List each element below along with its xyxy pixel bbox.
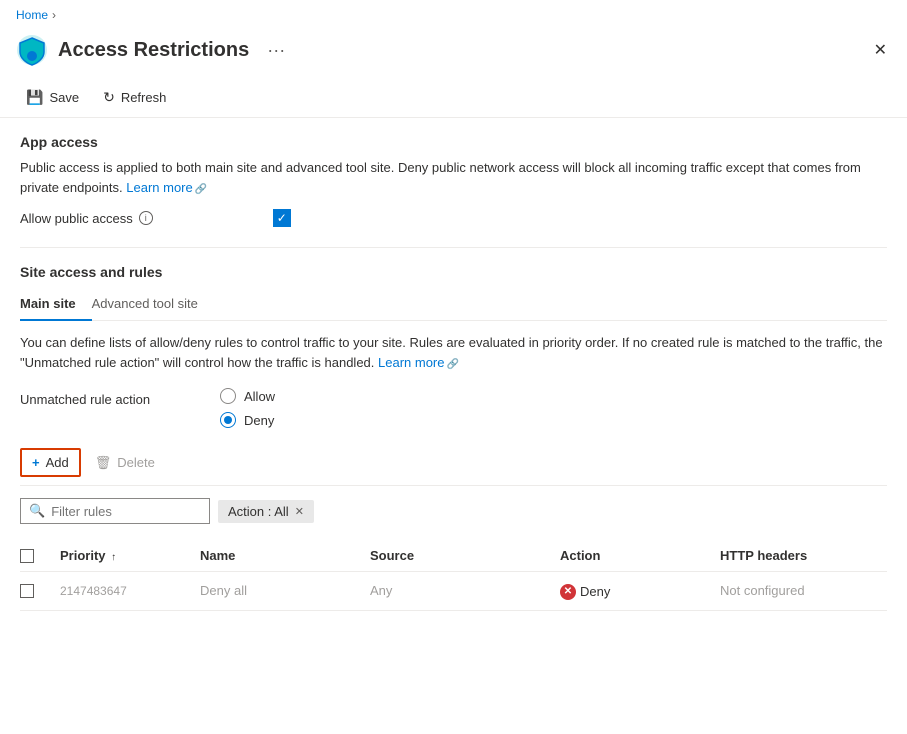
filter-rules-input[interactable] (51, 504, 201, 519)
delete-icon: 🗑 (95, 455, 112, 471)
col-priority-header[interactable]: Priority ↑ (60, 548, 200, 563)
col-name-header: Name (200, 548, 370, 563)
allow-public-checkbox[interactable] (273, 209, 291, 227)
row-checkbox[interactable] (20, 584, 34, 598)
app-access-title: App access (20, 134, 887, 150)
add-button[interactable]: + Add (20, 448, 81, 477)
info-icon[interactable]: i (139, 211, 153, 225)
unmatched-rule-row: Unmatched rule action Allow Deny (20, 388, 887, 428)
table-row: 2147483647 Deny all Any ✕ Deny Not confi… (20, 572, 887, 611)
action-badge-close[interactable]: ✕ (295, 505, 304, 518)
allow-public-access-row: Allow public access i (20, 209, 887, 227)
radio-allow-circle[interactable] (220, 388, 236, 404)
unmatched-radio-group: Allow Deny (220, 388, 275, 428)
app-access-learn-more[interactable]: Learn more🔗 (126, 180, 207, 195)
close-button[interactable]: ✕ (870, 36, 891, 64)
site-access-title: Site access and rules (20, 264, 887, 280)
table-header: Priority ↑ Name Source Action HTTP heade… (20, 540, 887, 572)
select-all-checkbox[interactable] (20, 549, 34, 563)
breadcrumb-separator: › (52, 8, 56, 22)
sort-icon: ↑ (111, 552, 116, 563)
radio-allow[interactable]: Allow (220, 388, 275, 404)
access-restrictions-icon (16, 34, 48, 66)
breadcrumb-home[interactable]: Home (16, 8, 48, 22)
action-badge-label: Action : All (228, 504, 289, 519)
page-header: Access Restrictions ··· ✕ (0, 30, 907, 78)
deny-icon: ✕ (560, 584, 576, 600)
refresh-icon: ↻ (103, 89, 115, 106)
row-priority: 2147483647 (60, 584, 200, 598)
site-tabs: Main site Advanced tool site (20, 288, 887, 321)
row-http-headers: Not configured (720, 583, 887, 598)
radio-allow-label: Allow (244, 389, 275, 404)
col-http-header: HTTP headers (720, 548, 887, 563)
rules-learn-more[interactable]: Learn more🔗 (378, 355, 459, 370)
app-access-description: Public access is applied to both main si… (20, 158, 887, 197)
delete-button[interactable]: 🗑 Delete (85, 450, 165, 476)
save-button[interactable]: 💾 Save (16, 84, 89, 111)
unmatched-label: Unmatched rule action (20, 388, 160, 407)
radio-deny-label: Deny (244, 413, 274, 428)
row-source: Any (370, 583, 560, 598)
action-badge: Action : All ✕ (218, 500, 314, 523)
page-title: Access Restrictions (58, 39, 249, 62)
action-bar: + Add 🗑 Delete (20, 448, 887, 486)
rule-description: You can define lists of allow/deny rules… (20, 333, 887, 372)
external-link-icon-2: 🔗 (447, 359, 459, 370)
external-link-icon: 🔗 (195, 184, 207, 195)
toolbar: 💾 Save ↻ Refresh (0, 78, 907, 118)
allow-public-label: Allow public access i (20, 211, 153, 226)
filter-row: 🔍 Action : All ✕ (20, 498, 887, 524)
col-check-header (20, 549, 60, 563)
radio-deny-circle[interactable] (220, 412, 236, 428)
section-divider (20, 247, 887, 248)
tab-advanced-tool-site[interactable]: Advanced tool site (92, 288, 214, 321)
refresh-button[interactable]: ↻ Refresh (93, 84, 176, 111)
search-icon: 🔍 (29, 503, 45, 519)
more-options-button[interactable]: ··· (259, 40, 293, 61)
filter-input-wrapper: 🔍 (20, 498, 210, 524)
col-source-header: Source (370, 548, 560, 563)
radio-deny[interactable]: Deny (220, 412, 275, 428)
col-action-header: Action (560, 548, 720, 563)
plus-icon: + (32, 455, 40, 470)
header-left: Access Restrictions ··· (16, 34, 293, 66)
save-icon: 💾 (26, 89, 43, 106)
tab-main-site[interactable]: Main site (20, 288, 92, 321)
row-name: Deny all (200, 583, 370, 598)
row-action: ✕ Deny (560, 582, 720, 600)
breadcrumb: Home › (0, 0, 907, 30)
row-checkbox-col (20, 584, 60, 598)
main-content: App access Public access is applied to b… (0, 118, 907, 627)
deny-badge: ✕ Deny (560, 584, 610, 600)
